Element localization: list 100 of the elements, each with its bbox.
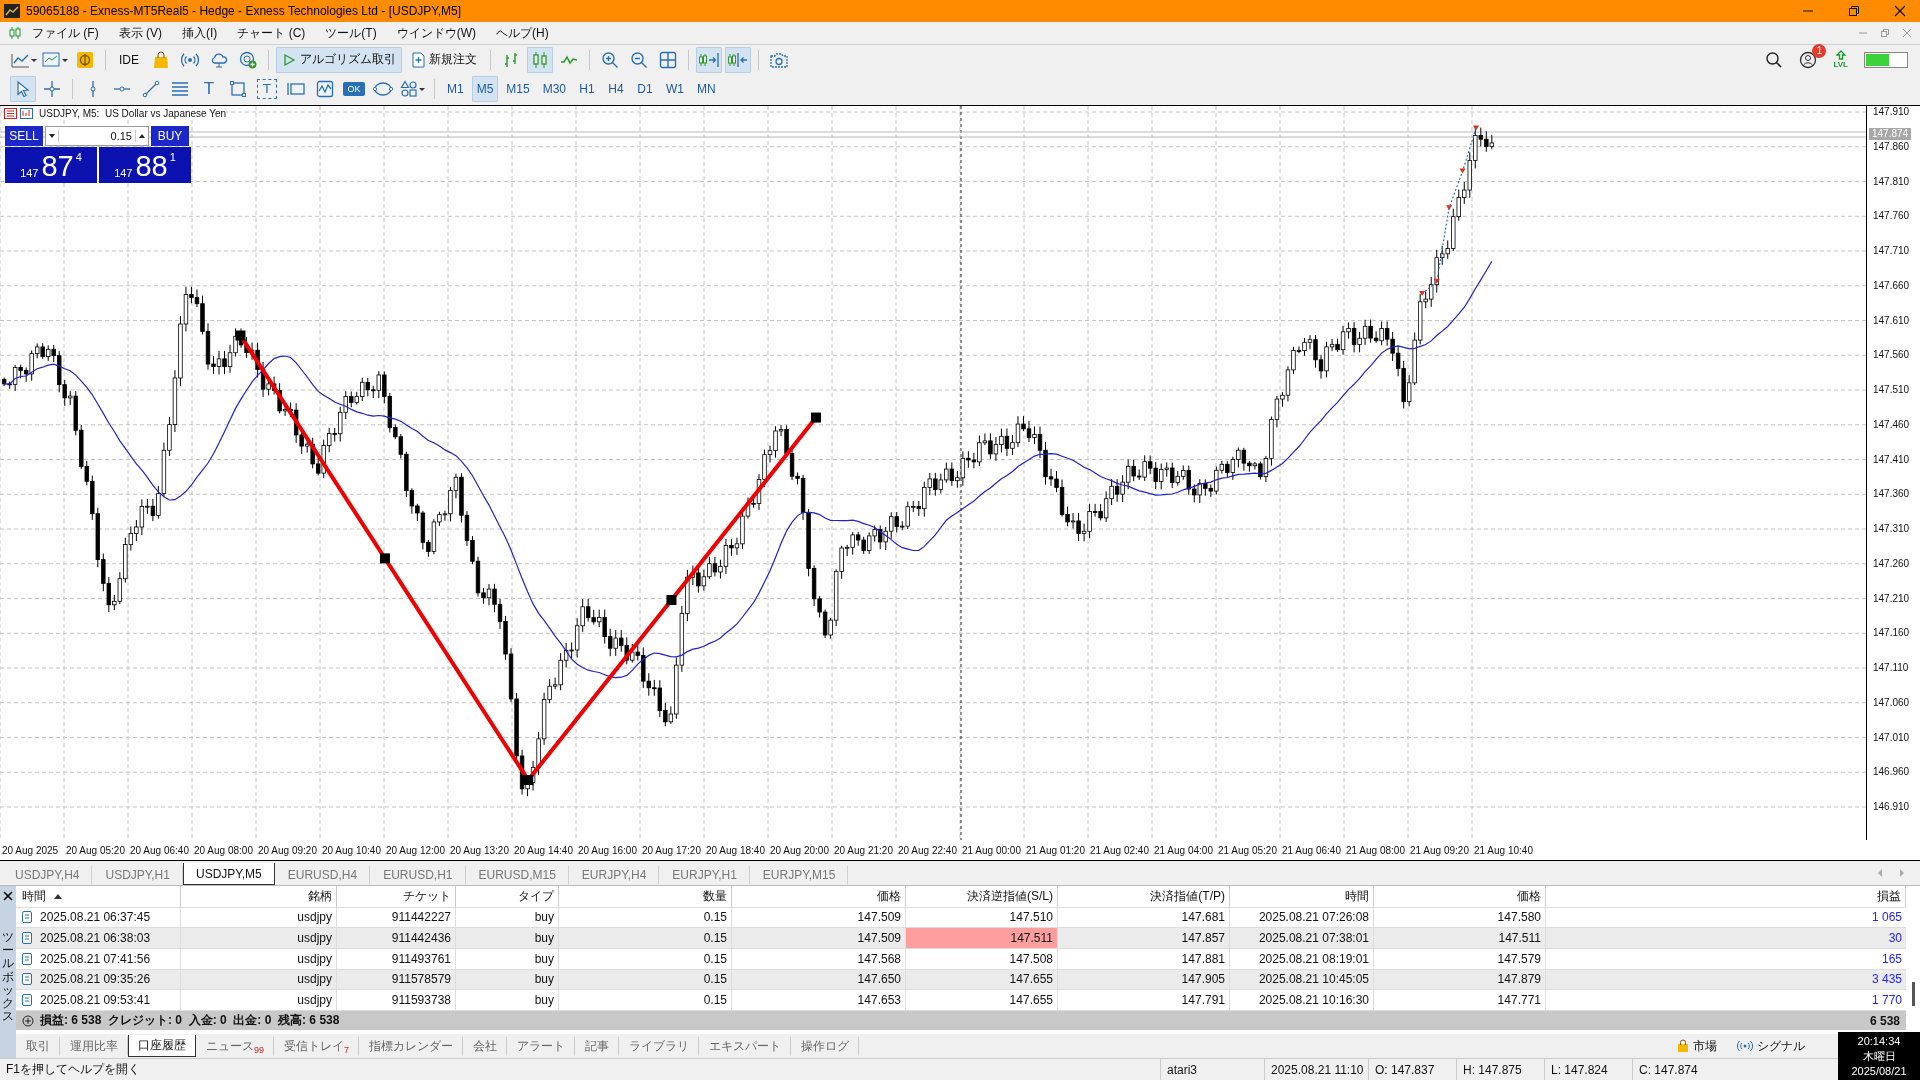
toolbox-tab[interactable]: 記事 xyxy=(575,1036,620,1057)
scrollbar-thumb[interactable] xyxy=(1911,982,1915,1006)
volume-field[interactable]: 0.15 xyxy=(45,126,149,146)
time-label: 20 Aug 18:40 xyxy=(705,845,766,856)
toolbox-tab[interactable]: 操作ログ xyxy=(791,1036,860,1057)
column-header[interactable]: 決済指値(T/P) xyxy=(1058,886,1230,907)
chart-tab[interactable]: EURJPY,M15 xyxy=(749,865,849,885)
new-order-button[interactable]: 新規注文 xyxy=(405,46,483,73)
menu-item[interactable]: ウインドウ(W) xyxy=(386,24,486,42)
expand-icon[interactable] xyxy=(22,1014,34,1027)
sort-arrow-icon[interactable] xyxy=(54,893,62,900)
table-cell: 147.508 xyxy=(906,948,1058,969)
table-cell: 147.905 xyxy=(1058,969,1230,990)
scroll-right-icon[interactable] xyxy=(696,46,722,73)
menu-item[interactable]: ファイル (F) xyxy=(22,24,109,42)
column-header[interactable]: チケット xyxy=(337,886,456,907)
timeframe-button[interactable]: H1 xyxy=(574,75,601,102)
table-cell: buy xyxy=(456,907,559,928)
time-label: 20 Aug 12:00 xyxy=(385,845,446,856)
timeframe-button[interactable]: W1 xyxy=(661,75,690,102)
time-label: 21 Aug 01:20 xyxy=(1025,845,1086,856)
chart-tab[interactable]: EURUSD,H1 xyxy=(370,865,466,885)
toolbox-tab[interactable]: ライブラリ xyxy=(619,1036,700,1057)
clock-weekday: 木曜日 xyxy=(1862,1048,1896,1064)
timeframe-button[interactable]: M30 xyxy=(537,75,572,102)
timeframe-button[interactable]: H4 xyxy=(603,75,630,102)
price-label: 147.510 xyxy=(1873,384,1910,396)
table-cell: 147.579 xyxy=(1374,948,1546,969)
table-cell: 2025.08.21 06:38:03 xyxy=(16,928,181,948)
toolbox-tab[interactable]: 受信トレイ$_{7}$ xyxy=(274,1036,360,1057)
shift-left-icon[interactable] xyxy=(725,46,751,73)
table-cell: 147.791 xyxy=(1058,990,1230,1010)
text-label-button[interactable]: T xyxy=(257,78,277,99)
column-header[interactable]: 時間 xyxy=(16,886,181,907)
restore-icon[interactable] xyxy=(1848,5,1860,17)
column-header[interactable]: 数量 xyxy=(559,886,732,907)
level-label[interactable]: LVL xyxy=(1833,60,1848,69)
menu-item[interactable]: チャート (C) xyxy=(227,24,316,42)
table-cell: 911593738 xyxy=(337,990,456,1010)
table-cell: 147.655 xyxy=(906,990,1058,1010)
column-header[interactable]: 価格 xyxy=(732,886,906,907)
column-header[interactable]: 時間 xyxy=(1230,886,1374,907)
price-label: 147.060 xyxy=(1873,696,1910,709)
sell-button[interactable]: SELL xyxy=(5,126,43,146)
timeframe-button[interactable]: D1 xyxy=(632,75,659,102)
account-icon[interactable] xyxy=(1799,50,1818,69)
table-cell: 147.681 xyxy=(1058,907,1230,928)
summary-text: 損益: 6 538 クレジット: 0 入金: 0 出金: 0 残高: 6 538 xyxy=(40,1012,340,1030)
menu-item[interactable]: 挿入(I) xyxy=(172,24,228,42)
chart-tab[interactable]: USDJPY,H1 xyxy=(92,865,183,885)
close-icon[interactable] xyxy=(3,891,13,901)
chart-tab[interactable]: EURUSD,M15 xyxy=(465,865,569,885)
play-icon xyxy=(282,52,296,67)
candlestick-icon[interactable] xyxy=(527,46,553,73)
toolbox-tab[interactable]: 口座履歴 xyxy=(128,1035,196,1058)
column-header[interactable]: 価格 xyxy=(1374,886,1546,907)
timeframe-button[interactable]: M1 xyxy=(442,75,469,102)
signals-link[interactable]: シグナル xyxy=(1736,1036,1806,1056)
arrow-up-icon[interactable] xyxy=(1834,50,1847,60)
chart-tab[interactable]: USDJPY,H4 xyxy=(2,865,93,885)
close-icon[interactable] xyxy=(1894,5,1906,17)
column-header[interactable]: タイプ xyxy=(456,886,559,907)
toolbox-tab[interactable]: 取引 xyxy=(16,1036,60,1057)
table-cell: 0.15 xyxy=(559,948,732,969)
chart-tab[interactable]: EURUSD,H4 xyxy=(274,865,371,885)
column-header[interactable]: 決済逆指値(S/L) xyxy=(906,886,1058,907)
algo-trading-button[interactable]: アルゴリズム取引 xyxy=(276,46,402,73)
toolbox-tab[interactable]: 会社 xyxy=(463,1036,508,1057)
chart-window-icon[interactable] xyxy=(20,108,33,119)
status-low: L: 147.824 xyxy=(1544,1059,1632,1080)
taskbar-clock[interactable]: 20:14:34 木曜日 2025/08/21 xyxy=(1838,1032,1920,1080)
price-label: 147.760 xyxy=(1873,210,1910,223)
toolbox-tab[interactable]: エキスパート xyxy=(699,1036,792,1057)
menu-item[interactable]: ツール(T) xyxy=(315,24,387,42)
menu-item[interactable]: ヘルプ(H) xyxy=(486,24,559,42)
cursor-icon[interactable] xyxy=(10,75,36,102)
toolbox-tab[interactable]: ニュース$_{99}$ xyxy=(196,1036,274,1057)
chart-tab[interactable]: EURJPY,H4 xyxy=(568,865,660,885)
buy-button[interactable]: BUY xyxy=(151,126,189,146)
column-header[interactable]: 銘柄 xyxy=(181,886,337,907)
table-cell: 911578579 xyxy=(337,969,456,990)
chart-tab[interactable]: USDJPY,M5 xyxy=(182,863,275,885)
toolbox-tab[interactable]: 指標カレンダー xyxy=(359,1036,464,1057)
table-cell: 2025.08.21 09:35:26 xyxy=(16,969,181,990)
timeframe-button[interactable]: M15 xyxy=(501,75,535,102)
timeframe-button[interactable]: M5 xyxy=(471,75,499,102)
status-time: 2025.08.21 11:10 xyxy=(1264,1059,1368,1080)
menu-item[interactable]: 表示 (V) xyxy=(108,24,172,42)
price-label: 147.110 xyxy=(1873,662,1909,674)
text-tool-button[interactable]: T xyxy=(196,75,222,102)
chart-tab[interactable]: EURJPY,H1 xyxy=(659,865,750,885)
timeframe-button[interactable]: MN xyxy=(692,75,721,102)
list-icon[interactable] xyxy=(4,108,17,119)
search-icon[interactable] xyxy=(1765,50,1784,69)
ide-button[interactable]: IDE xyxy=(113,46,145,73)
zigzag-line[interactable] xyxy=(235,330,821,785)
button-tool[interactable]: OK xyxy=(343,81,365,96)
time-label: 21 Aug 06:40 xyxy=(1281,845,1342,856)
toolbox-tab[interactable]: アラート xyxy=(507,1036,576,1057)
market-link[interactable]: 市場 xyxy=(1676,1036,1718,1056)
